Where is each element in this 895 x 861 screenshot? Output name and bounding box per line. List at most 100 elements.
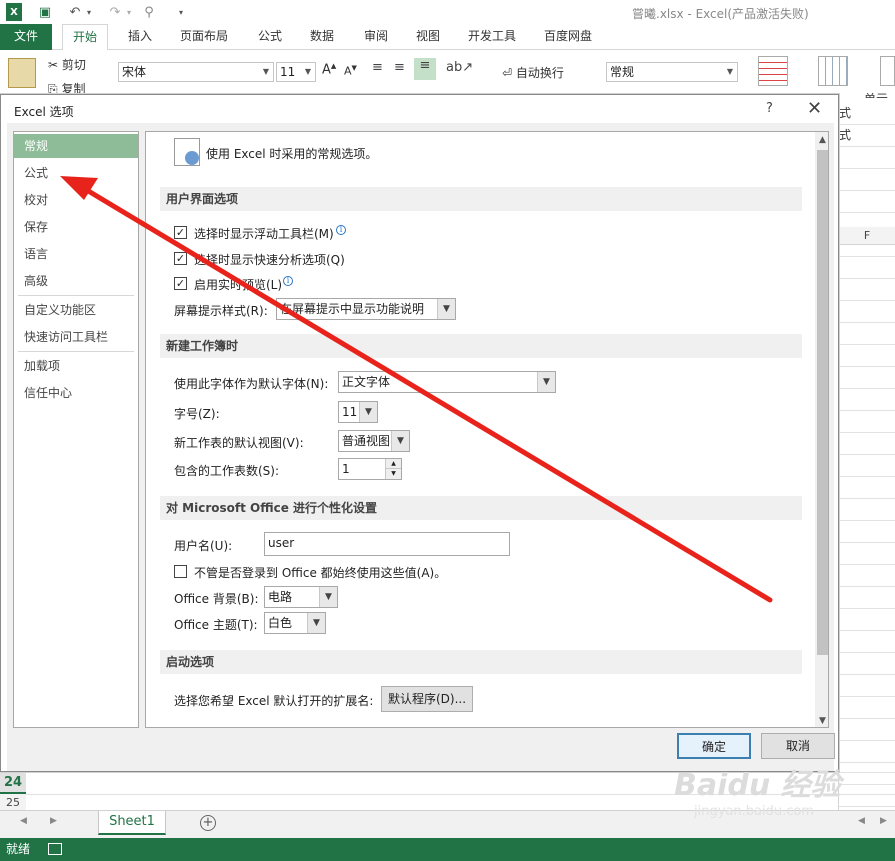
add-sheet-icon[interactable]: +: [200, 815, 216, 831]
format-painter-qat-icon[interactable]: ⚲: [140, 3, 158, 21]
office-theme-value: 白色: [268, 616, 293, 630]
nav-item-save[interactable]: 保存: [14, 215, 138, 239]
live-preview-label: 启用实时预览(L): [194, 278, 283, 292]
always-use-checkbox[interactable]: [174, 565, 187, 578]
sheet-count-label: 包含的工作表数(S):: [174, 464, 280, 478]
watermark-logo-text: Baidu 经验: [674, 768, 841, 803]
redo-dropdown-icon[interactable]: ▾: [124, 3, 134, 21]
live-preview-checkbox[interactable]: ✓: [174, 277, 187, 290]
font-size-dropdown[interactable]: 11 ▼: [338, 401, 378, 423]
nav-item-addins[interactable]: 加载项: [14, 354, 138, 378]
font-size-label: 字号(Z):: [174, 407, 220, 421]
content-scrollbar[interactable]: ▲ ▼: [815, 132, 828, 727]
screentip-style-dropdown[interactable]: 在屏幕提示中显示功能说明 ▼: [276, 298, 456, 320]
username-label: 用户名(U):: [174, 539, 233, 553]
options-nav: 常规 公式 校对 保存 语言 高级 自定义功能区 快速访问工具栏 加载项 信任中…: [13, 131, 139, 728]
row-header-24[interactable]: 24: [0, 772, 26, 794]
nav-item-trust-center[interactable]: 信任中心: [14, 381, 138, 405]
tab-home[interactable]: 开始: [62, 24, 109, 51]
customize-qat-icon[interactable]: ▾: [176, 3, 186, 21]
office-background-dropdown[interactable]: 电路 ▼: [264, 586, 338, 608]
font-size-value: 11: [342, 405, 358, 419]
excel-options-dialog: Excel 选项 ? ✕ 常规 公式 校对 保存 语言 高级 自定义功能区 快速…: [0, 94, 839, 772]
extensions-label: 选择您希望 Excel 默认打开的扩展名:: [174, 694, 374, 708]
info-icon[interactable]: i: [283, 276, 293, 286]
paste-icon[interactable]: [8, 58, 36, 88]
chevron-down-icon: ▼: [537, 372, 555, 392]
window-title: 嘗曦.xlsx - Excel(产品激活失败): [632, 7, 809, 21]
spin-up-icon[interactable]: ▲: [385, 459, 401, 469]
default-font-dropdown[interactable]: 正文字体 ▼: [338, 371, 556, 393]
format-table-icon[interactable]: [818, 56, 848, 86]
cut-button[interactable]: ✂ 剪切: [48, 56, 86, 73]
orientation-icon[interactable]: ab↗: [446, 60, 473, 75]
mini-toolbar-checkbox[interactable]: ✓: [174, 226, 187, 239]
tab-insert[interactable]: 插入: [118, 24, 162, 50]
chevron-down-icon: ▼: [262, 67, 270, 76]
screentip-value: 在屏幕提示中显示功能说明: [280, 302, 425, 316]
macro-record-icon[interactable]: [48, 843, 62, 855]
hscroll-right-icon[interactable]: ▶: [880, 816, 887, 826]
close-icon[interactable]: ✕: [807, 98, 822, 119]
font-size-combo[interactable]: 11 ▼: [276, 62, 316, 82]
nav-item-proofing[interactable]: 校对: [14, 188, 138, 212]
ok-button[interactable]: 确定: [677, 733, 751, 759]
scroll-right-icon[interactable]: ▶: [50, 816, 57, 826]
default-view-dropdown[interactable]: 普通视图 ▼: [338, 430, 410, 452]
tab-developer[interactable]: 开发工具: [458, 24, 526, 50]
nav-item-quick-access-toolbar[interactable]: 快速访问工具栏: [14, 325, 138, 349]
grow-font-icon[interactable]: A▲: [322, 62, 336, 77]
chevron-down-icon: ▼: [391, 431, 409, 451]
save-icon[interactable]: ▣: [36, 3, 54, 21]
align-bottom-icon[interactable]: ≡: [414, 58, 436, 80]
conditional-format-icon[interactable]: [758, 56, 788, 86]
baidu-watermark: Baidu 经验 jingyan.baidu.com: [674, 760, 874, 832]
tab-view[interactable]: 视图: [406, 24, 450, 50]
nav-item-general[interactable]: 常规: [14, 134, 138, 158]
spin-down-icon[interactable]: ▼: [385, 469, 401, 479]
undo-icon[interactable]: ↶: [66, 3, 84, 21]
tab-data[interactable]: 数据: [300, 24, 344, 50]
chevron-down-icon: ▼: [319, 587, 337, 607]
number-format-value: 常规: [610, 65, 635, 79]
quick-analysis-label: 选择时显示快速分析选项(Q): [194, 253, 345, 267]
default-programs-button[interactable]: 默认程序(D)...: [381, 686, 473, 712]
screentip-label: 屏幕提示样式(R):: [174, 304, 268, 318]
number-format-combo[interactable]: 常规 ▼: [606, 62, 738, 82]
nav-item-language[interactable]: 语言: [14, 242, 138, 266]
scroll-up-icon[interactable]: ▲: [815, 132, 828, 148]
tab-formulas[interactable]: 公式: [248, 24, 292, 50]
shrink-font-icon[interactable]: A▼: [344, 64, 357, 78]
nav-item-advanced[interactable]: 高级: [14, 269, 138, 293]
undo-dropdown-icon[interactable]: ▾: [84, 3, 94, 21]
quick-analysis-checkbox[interactable]: ✓: [174, 252, 187, 265]
office-theme-dropdown[interactable]: 白色 ▼: [264, 612, 326, 634]
sheet-tab-sheet1[interactable]: Sheet1: [98, 811, 166, 835]
username-input[interactable]: user: [264, 532, 510, 556]
section-startup: 启动选项: [160, 650, 802, 674]
help-icon[interactable]: ?: [766, 101, 773, 116]
align-top-icon[interactable]: ≡: [372, 60, 388, 76]
align-middle-icon[interactable]: ≡: [394, 60, 410, 76]
chevron-down-icon: ▼: [304, 67, 312, 76]
sheet-count-spinner[interactable]: 1 ▲ ▼: [338, 458, 402, 480]
redo-icon[interactable]: ↷: [106, 3, 124, 21]
scroll-thumb[interactable]: [817, 150, 828, 655]
cancel-button[interactable]: 取消: [761, 733, 835, 759]
font-name-combo[interactable]: 宋体 ▼: [118, 62, 274, 82]
scissors-icon: ✂: [48, 58, 59, 72]
tab-file[interactable]: 文件: [0, 24, 52, 50]
cell-styles-icon[interactable]: [880, 56, 895, 86]
tab-page-layout[interactable]: 页面布局: [170, 24, 238, 50]
default-font-label: 使用此字体作为默认字体(N):: [174, 377, 329, 391]
column-header-f[interactable]: F: [838, 227, 895, 245]
wrap-text-button[interactable]: ⏎ 自动换行: [502, 64, 564, 81]
nav-item-customize-ribbon[interactable]: 自定义功能区: [14, 298, 138, 322]
general-options-icon: [174, 138, 200, 166]
scroll-left-icon[interactable]: ◀: [20, 816, 27, 826]
tab-baidu-netdisk[interactable]: 百度网盘: [534, 24, 602, 50]
tab-review[interactable]: 审阅: [354, 24, 398, 50]
info-icon[interactable]: i: [336, 225, 346, 235]
scroll-down-icon[interactable]: ▼: [815, 713, 828, 727]
nav-item-formulas[interactable]: 公式: [14, 161, 138, 185]
